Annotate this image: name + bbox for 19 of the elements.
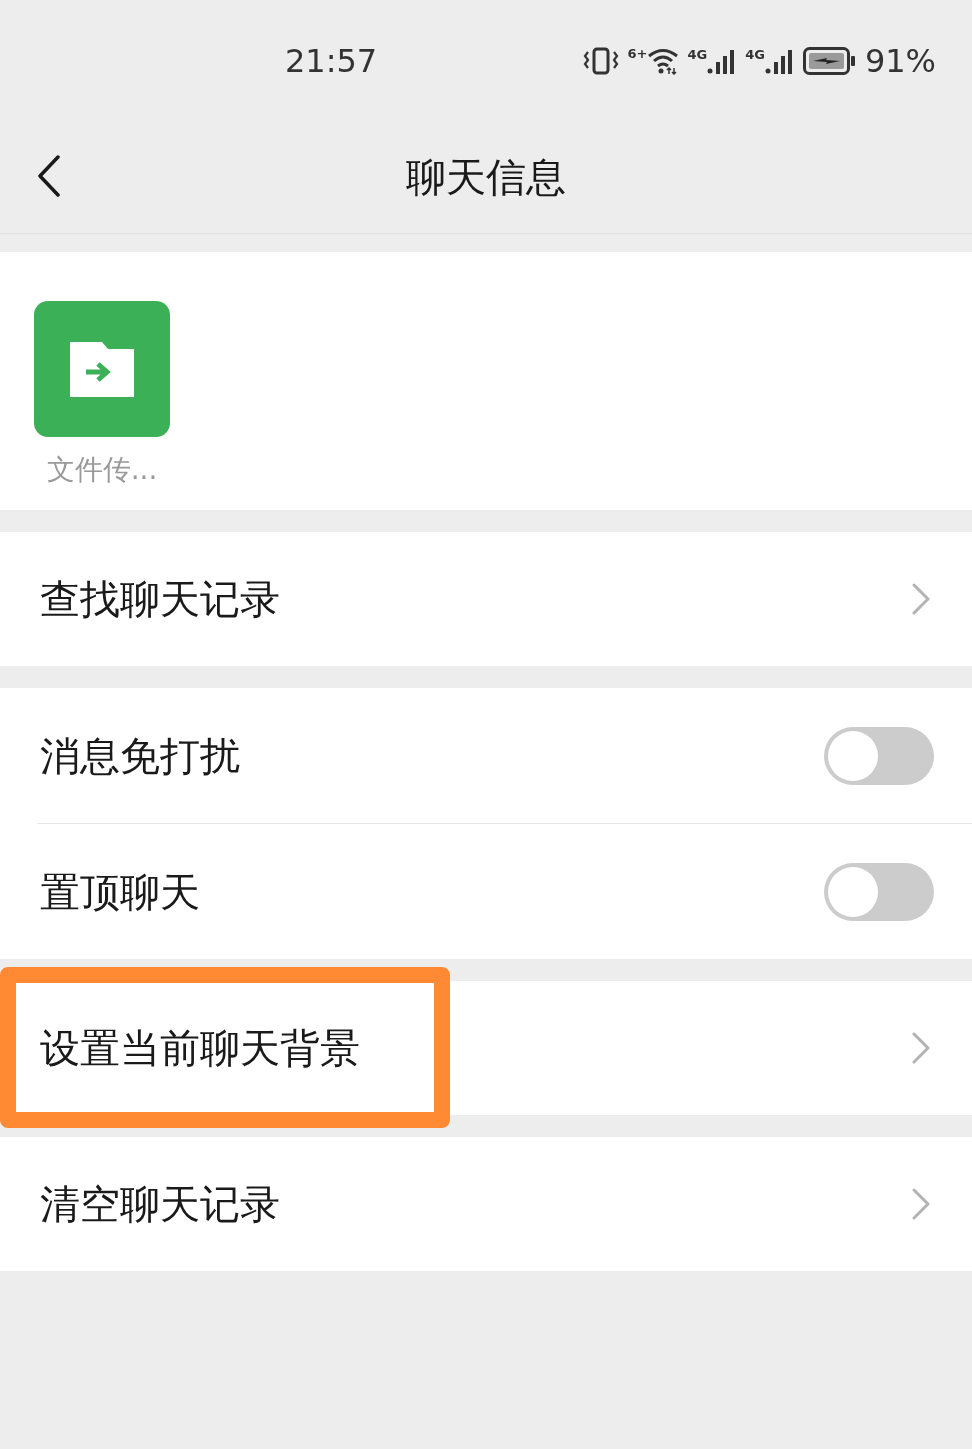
network-label: 6+ bbox=[627, 47, 648, 60]
settings-row[interactable]: 查找聊天记录 bbox=[0, 532, 972, 666]
network-label: 4G bbox=[745, 48, 765, 61]
chevron-right-icon bbox=[912, 1032, 930, 1064]
member-name: 文件传... bbox=[46, 452, 158, 488]
wifi-icon bbox=[647, 47, 680, 75]
page-title: 聊天信息 bbox=[406, 152, 566, 202]
status-time: 21:57 bbox=[285, 41, 378, 82]
setting-label: 消息免打扰 bbox=[40, 731, 240, 781]
battery-percent: 91% bbox=[864, 41, 936, 82]
back-button[interactable] bbox=[36, 154, 62, 198]
settings-row[interactable]: 清空聊天记录 bbox=[0, 1137, 972, 1271]
chevron-right-icon bbox=[912, 583, 930, 615]
back-chevron-icon bbox=[37, 155, 61, 197]
vibrate-icon bbox=[583, 47, 620, 75]
network-label: 4G bbox=[687, 48, 708, 61]
signal-icon bbox=[764, 48, 795, 74]
setting-label: 置顶聊天 bbox=[40, 867, 200, 917]
chevron-right-icon bbox=[912, 1188, 930, 1220]
